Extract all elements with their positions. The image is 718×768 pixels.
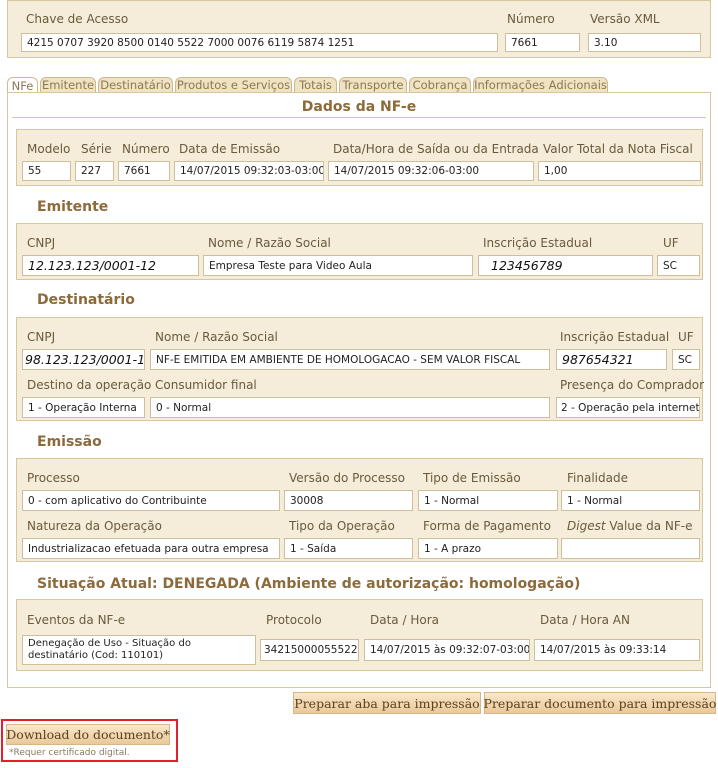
- destinatario-uf-label: UF: [678, 330, 694, 344]
- access-key-panel: Chave de Acesso 4215 0707 3920 8500 0140…: [7, 0, 711, 58]
- serie-field[interactable]: 227: [75, 161, 114, 181]
- data-hora-label: Data / Hora: [370, 613, 439, 627]
- destinatario-nome-label: Nome / Razão Social: [155, 330, 278, 344]
- tipo-operacao-label: Tipo da Operação: [289, 519, 395, 533]
- situacao-heading: Situação Atual: DENEGADA (Ambiente de au…: [37, 576, 581, 592]
- valor-total-label: Valor Total da Nota Fiscal: [543, 142, 693, 156]
- tipo-operacao-field[interactable]: 1 - Saída: [284, 538, 413, 559]
- digest-value-label: Digest Value da NF-e: [567, 519, 693, 533]
- destinatario-uf-field[interactable]: SC: [672, 349, 700, 370]
- emitente-cnpj-field[interactable]: 12.123.123/0001-12: [22, 255, 199, 276]
- emissao-panel: Processo 0 - com aplicativo do Contribui…: [16, 458, 703, 562]
- digest-rest: Value da NF-e: [605, 519, 693, 533]
- emitente-panel: CNPJ 12.123.123/0001-12 Nome / Razão Soc…: [16, 223, 703, 280]
- nfe-data-panel: Modelo 55 Série 227 Número 7661 Data de …: [16, 129, 703, 186]
- destinatario-nome-field[interactable]: NF-E EMITIDA EM AMBIENTE DE HOMOLOGACAO …: [150, 349, 550, 370]
- destinatario-cnpj-label: CNPJ: [27, 330, 56, 344]
- serie-label: Série: [81, 142, 112, 156]
- destinatario-panel: CNPJ 98.123.123/0001-12 Nome / Razão Soc…: [16, 317, 705, 421]
- numero-label: Número: [507, 12, 555, 26]
- data-hora-an-field[interactable]: 14/07/2015 às 09:33:14: [534, 639, 700, 661]
- finalidade-field[interactable]: 1 - Normal: [561, 490, 700, 511]
- modelo-label: Modelo: [27, 142, 71, 156]
- versao-processo-label: Versão do Processo: [289, 471, 405, 485]
- natureza-operacao-field[interactable]: Industrializacao efetuada para outra emp…: [22, 538, 280, 559]
- tipo-emissao-label: Tipo de Emissão: [423, 471, 521, 485]
- emitente-ie-label: Inscrição Estadual: [483, 236, 593, 250]
- presenca-comprador-field[interactable]: 2 - Operação pela internet: [556, 397, 700, 418]
- title-bar: Dados da NF-e: [12, 97, 706, 118]
- tab-informacoes-adicionais[interactable]: Informações Adicionais: [473, 77, 608, 92]
- emissao-heading: Emissão: [37, 434, 102, 450]
- data-hora-an-label: Data / Hora AN: [540, 613, 630, 627]
- data-saida-label: Data/Hora de Saída ou da Entrada: [333, 142, 539, 156]
- processo-label: Processo: [27, 471, 80, 485]
- emitente-uf-field[interactable]: SC: [657, 255, 700, 276]
- destinatario-ie-field[interactable]: 987654321: [556, 349, 667, 370]
- tab-emitente[interactable]: Emitente: [40, 77, 96, 92]
- tab-nfe[interactable]: NFe: [7, 77, 38, 93]
- emitente-nome-field[interactable]: Empresa Teste para Video Aula: [203, 255, 473, 276]
- tab-transporte[interactable]: Transporte: [339, 77, 407, 92]
- numero-field[interactable]: 7661: [505, 33, 580, 52]
- eventos-field[interactable]: Denegação de Uso - Situação do destinatá…: [22, 635, 256, 665]
- certificate-note: *Requer certificado digital.: [9, 748, 130, 758]
- modelo-field[interactable]: 55: [22, 161, 71, 181]
- emitente-ie-field[interactable]: 123456789: [478, 255, 653, 276]
- emitente-cnpj-label: CNPJ: [27, 236, 56, 250]
- protocolo-label: Protocolo: [266, 613, 322, 627]
- versao-field[interactable]: 3.10: [588, 33, 701, 52]
- emitente-heading: Emitente: [37, 199, 109, 215]
- data-hora-field[interactable]: 14/07/2015 às 09:32:07-03:00: [364, 639, 530, 661]
- chave-field[interactable]: 4215 0707 3920 8500 0140 5522 7000 0076 …: [21, 33, 498, 52]
- protocolo-field[interactable]: 342150000555224: [260, 639, 359, 661]
- numero-label: Número: [122, 142, 170, 156]
- numero-field[interactable]: 7661: [118, 161, 170, 181]
- processo-field[interactable]: 0 - com aplicativo do Contribuinte: [22, 490, 280, 511]
- data-emissao-label: Data de Emissão: [179, 142, 281, 156]
- digest-italic: Digest: [567, 519, 606, 533]
- chave-label: Chave de Acesso: [26, 12, 129, 26]
- presenca-comprador-label: Presença do Comprador: [560, 378, 705, 392]
- destino-operacao-field[interactable]: 1 - Operação Interna: [22, 397, 145, 418]
- preparar-aba-button[interactable]: Preparar aba para impressão: [293, 692, 481, 714]
- tipo-emissao-field[interactable]: 1 - Normal: [418, 490, 558, 511]
- natureza-operacao-label: Natureza da Operação: [27, 519, 162, 533]
- destinatario-heading: Destinatário: [37, 292, 135, 308]
- tab-destinatario[interactable]: Destinatário: [98, 77, 173, 92]
- eventos-label: Eventos da NF-e: [27, 613, 126, 627]
- versao-processo-field[interactable]: 30008: [284, 490, 413, 511]
- destinatario-cnpj-field[interactable]: 98.123.123/0001-12: [22, 349, 145, 370]
- data-emissao-field[interactable]: 14/07/2015 09:32:03-03:00: [174, 161, 324, 181]
- emitente-uf-label: UF: [663, 236, 679, 250]
- consumidor-final-label: Consumidor final: [155, 378, 257, 392]
- destinatario-ie-label: Inscrição Estadual: [560, 330, 670, 344]
- destino-operacao-label: Destino da operação: [27, 378, 152, 392]
- data-saida-field[interactable]: 14/07/2015 09:32:06-03:00: [328, 161, 534, 181]
- page-title: Dados da NF-e: [301, 99, 417, 115]
- tab-totais[interactable]: Totais: [294, 77, 337, 92]
- valor-total-field[interactable]: 1,00: [538, 161, 701, 181]
- consumidor-final-field[interactable]: 0 - Normal: [150, 397, 550, 418]
- finalidade-label: Finalidade: [567, 471, 628, 485]
- digest-value-field[interactable]: [561, 538, 700, 559]
- download-button[interactable]: Download do documento*: [6, 724, 170, 745]
- download-highlight: Download do documento* *Requer certifica…: [1, 719, 178, 762]
- tab-produtos-servicos[interactable]: Produtos e Serviços: [175, 77, 292, 92]
- tab-cobranca[interactable]: Cobrança: [409, 77, 471, 92]
- preparar-documento-button[interactable]: Preparar documento para impressão: [484, 692, 716, 714]
- forma-pagamento-label: Forma de Pagamento: [423, 519, 551, 533]
- situacao-panel: Eventos da NF-e Denegação de Uso - Situa…: [16, 599, 703, 671]
- versao-label: Versão XML: [590, 12, 660, 26]
- forma-pagamento-field[interactable]: 1 - A prazo: [418, 538, 558, 559]
- emitente-nome-label: Nome / Razão Social: [208, 236, 331, 250]
